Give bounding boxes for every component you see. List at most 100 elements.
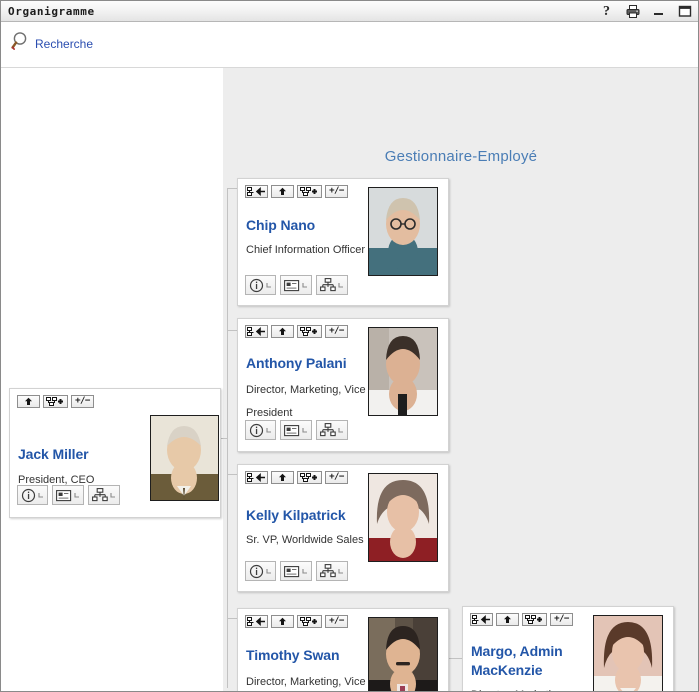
add-node-icon	[300, 327, 317, 336]
contact-card-button[interactable]	[280, 275, 312, 295]
add-node-icon	[525, 615, 542, 624]
info-button[interactable]	[245, 420, 276, 440]
id-card-icon	[284, 279, 300, 291]
chevron-down-icon	[74, 492, 79, 498]
org-left-arrow-icon	[247, 187, 265, 196]
move-up-button[interactable]	[271, 185, 294, 198]
connector-stub	[227, 330, 237, 331]
move-up-button[interactable]	[17, 395, 40, 408]
hierarchy-button[interactable]	[316, 275, 348, 295]
up-arrow-icon	[279, 327, 286, 335]
hierarchy-button[interactable]	[316, 420, 348, 440]
portrait-image	[369, 474, 437, 561]
info-button[interactable]	[245, 275, 276, 295]
org-left-arrow-icon	[247, 327, 265, 336]
print-button[interactable]	[625, 4, 640, 19]
employee-name[interactable]: Timothy Swan	[246, 647, 340, 664]
node-card[interactable]: +/− Margo, Admin MacKenzie Director, Mar…	[462, 606, 674, 691]
node-toolbar-top: +/−	[245, 615, 348, 628]
drill-left-button[interactable]	[470, 613, 493, 626]
move-up-button[interactable]	[496, 613, 519, 626]
printer-icon	[626, 5, 639, 18]
plus-minus-icon: +/−	[329, 326, 344, 336]
contact-card-button[interactable]	[280, 561, 312, 581]
add-peer-button[interactable]	[297, 185, 322, 198]
employee-name[interactable]: Chip Nano	[246, 217, 315, 234]
plus-minus-icon: +/−	[329, 186, 344, 196]
drill-left-button[interactable]	[245, 615, 268, 628]
help-button[interactable]: ?	[599, 4, 614, 19]
plus-minus-icon: +/−	[329, 616, 344, 626]
maximize-button[interactable]	[677, 4, 692, 19]
node-card[interactable]: +/− Chip Nano Chief Information Officer	[237, 178, 449, 306]
add-node-icon	[46, 397, 63, 406]
help-icon: ?	[603, 4, 610, 19]
node-card[interactable]: +/− Anthony Palani Director, Marketing, …	[237, 318, 449, 452]
info-circle-icon	[249, 564, 264, 578]
add-peer-button[interactable]	[297, 471, 322, 484]
contact-card-button[interactable]	[280, 420, 312, 440]
expand-collapse-button[interactable]: +/−	[71, 395, 94, 408]
node-toolbar-bottom	[245, 561, 348, 581]
move-up-button[interactable]	[271, 615, 294, 628]
up-arrow-icon	[279, 187, 286, 195]
employee-name[interactable]: Kelly Kilpatrick	[246, 507, 346, 524]
organigramme-window: Organigramme ? Recherche Gestionnaire-Em…	[0, 0, 699, 692]
employee-name[interactable]: Anthony Palani	[246, 355, 347, 372]
node-card[interactable]: +/− Kelly Kilpatrick Sr. VP, Worldwide S…	[237, 464, 449, 592]
plus-minus-icon: +/−	[75, 396, 90, 406]
employee-photo	[593, 615, 663, 691]
drill-left-button[interactable]	[245, 471, 268, 484]
add-peer-button[interactable]	[43, 395, 68, 408]
employee-name[interactable]: Jack Miller	[18, 446, 89, 463]
add-node-icon	[300, 187, 317, 196]
chevron-down-icon	[338, 427, 343, 433]
minimize-icon	[654, 13, 663, 15]
node-card[interactable]: +/− Timothy Swan Director, Marketing, Vi…	[237, 608, 449, 691]
up-arrow-icon	[279, 473, 286, 481]
expand-collapse-button[interactable]: +/−	[325, 185, 348, 198]
drill-left-button[interactable]	[245, 325, 268, 338]
org-chart-canvas: Gestionnaire-Employé +/− Jack Miller Pre…	[1, 68, 698, 691]
employee-title: Director, Marketing, Vice President	[246, 384, 366, 419]
node-toolbar-top: +/−	[245, 185, 348, 198]
expand-collapse-button[interactable]: +/−	[325, 471, 348, 484]
employee-photo	[368, 617, 438, 691]
move-up-button[interactable]	[271, 471, 294, 484]
up-arrow-icon	[25, 397, 32, 405]
chevron-down-icon	[266, 568, 271, 574]
chevron-down-icon	[338, 282, 343, 288]
chevron-down-icon	[302, 568, 307, 574]
node-toolbar-top: +/−	[245, 471, 348, 484]
hierarchy-button[interactable]	[88, 485, 120, 505]
expand-collapse-button[interactable]: +/−	[325, 325, 348, 338]
minimize-button[interactable]	[651, 4, 666, 19]
panel-title: Gestionnaire-Employé	[384, 148, 538, 165]
add-peer-button[interactable]	[297, 325, 322, 338]
info-circle-icon	[21, 488, 36, 502]
node-card[interactable]: +/− Jack Miller President, CEO	[9, 388, 221, 518]
contact-card-button[interactable]	[52, 485, 84, 505]
info-button[interactable]	[245, 561, 276, 581]
info-circle-icon	[249, 278, 264, 292]
plus-minus-icon: +/−	[329, 472, 344, 482]
connector-sibling-link	[448, 658, 462, 659]
employee-name[interactable]: Margo, Admin MacKenzie	[471, 642, 563, 680]
org-chart-icon	[92, 488, 108, 502]
add-peer-button[interactable]	[297, 615, 322, 628]
connector-stub	[227, 474, 237, 475]
expand-collapse-button[interactable]: +/−	[550, 613, 573, 626]
drill-left-button[interactable]	[245, 185, 268, 198]
id-card-icon	[284, 565, 300, 577]
search-label[interactable]: Recherche	[35, 37, 93, 51]
add-peer-button[interactable]	[522, 613, 547, 626]
info-button[interactable]	[17, 485, 48, 505]
id-card-icon	[284, 424, 300, 436]
hierarchy-button[interactable]	[316, 561, 348, 581]
move-up-button[interactable]	[271, 325, 294, 338]
maximize-icon	[678, 5, 691, 17]
expand-collapse-button[interactable]: +/−	[325, 615, 348, 628]
org-chart-icon	[320, 423, 336, 437]
org-chart-icon	[320, 564, 336, 578]
search-control[interactable]: Recherche	[11, 30, 93, 54]
